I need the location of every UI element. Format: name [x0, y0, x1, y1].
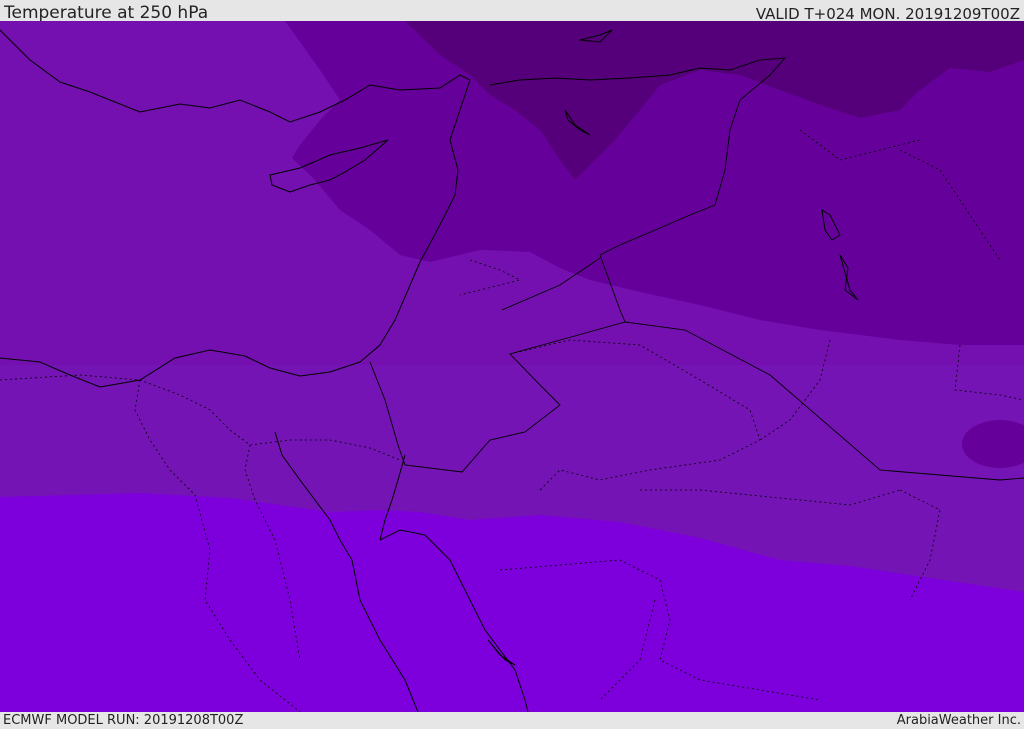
credit-label: ArabiaWeather Inc.: [896, 713, 1021, 728]
model-run-label: ECMWF MODEL RUN: 20191208T00Z: [3, 713, 244, 728]
header-bar: Temperature at 250 hPa VALID T+024 MON. …: [0, 0, 1024, 23]
footer-bar: ECMWF MODEL RUN: 20191208T00Z ArabiaWeat…: [0, 712, 1024, 729]
temperature-map: [0, 21, 1024, 712]
map-title: Temperature at 250 hPa: [4, 3, 209, 23]
